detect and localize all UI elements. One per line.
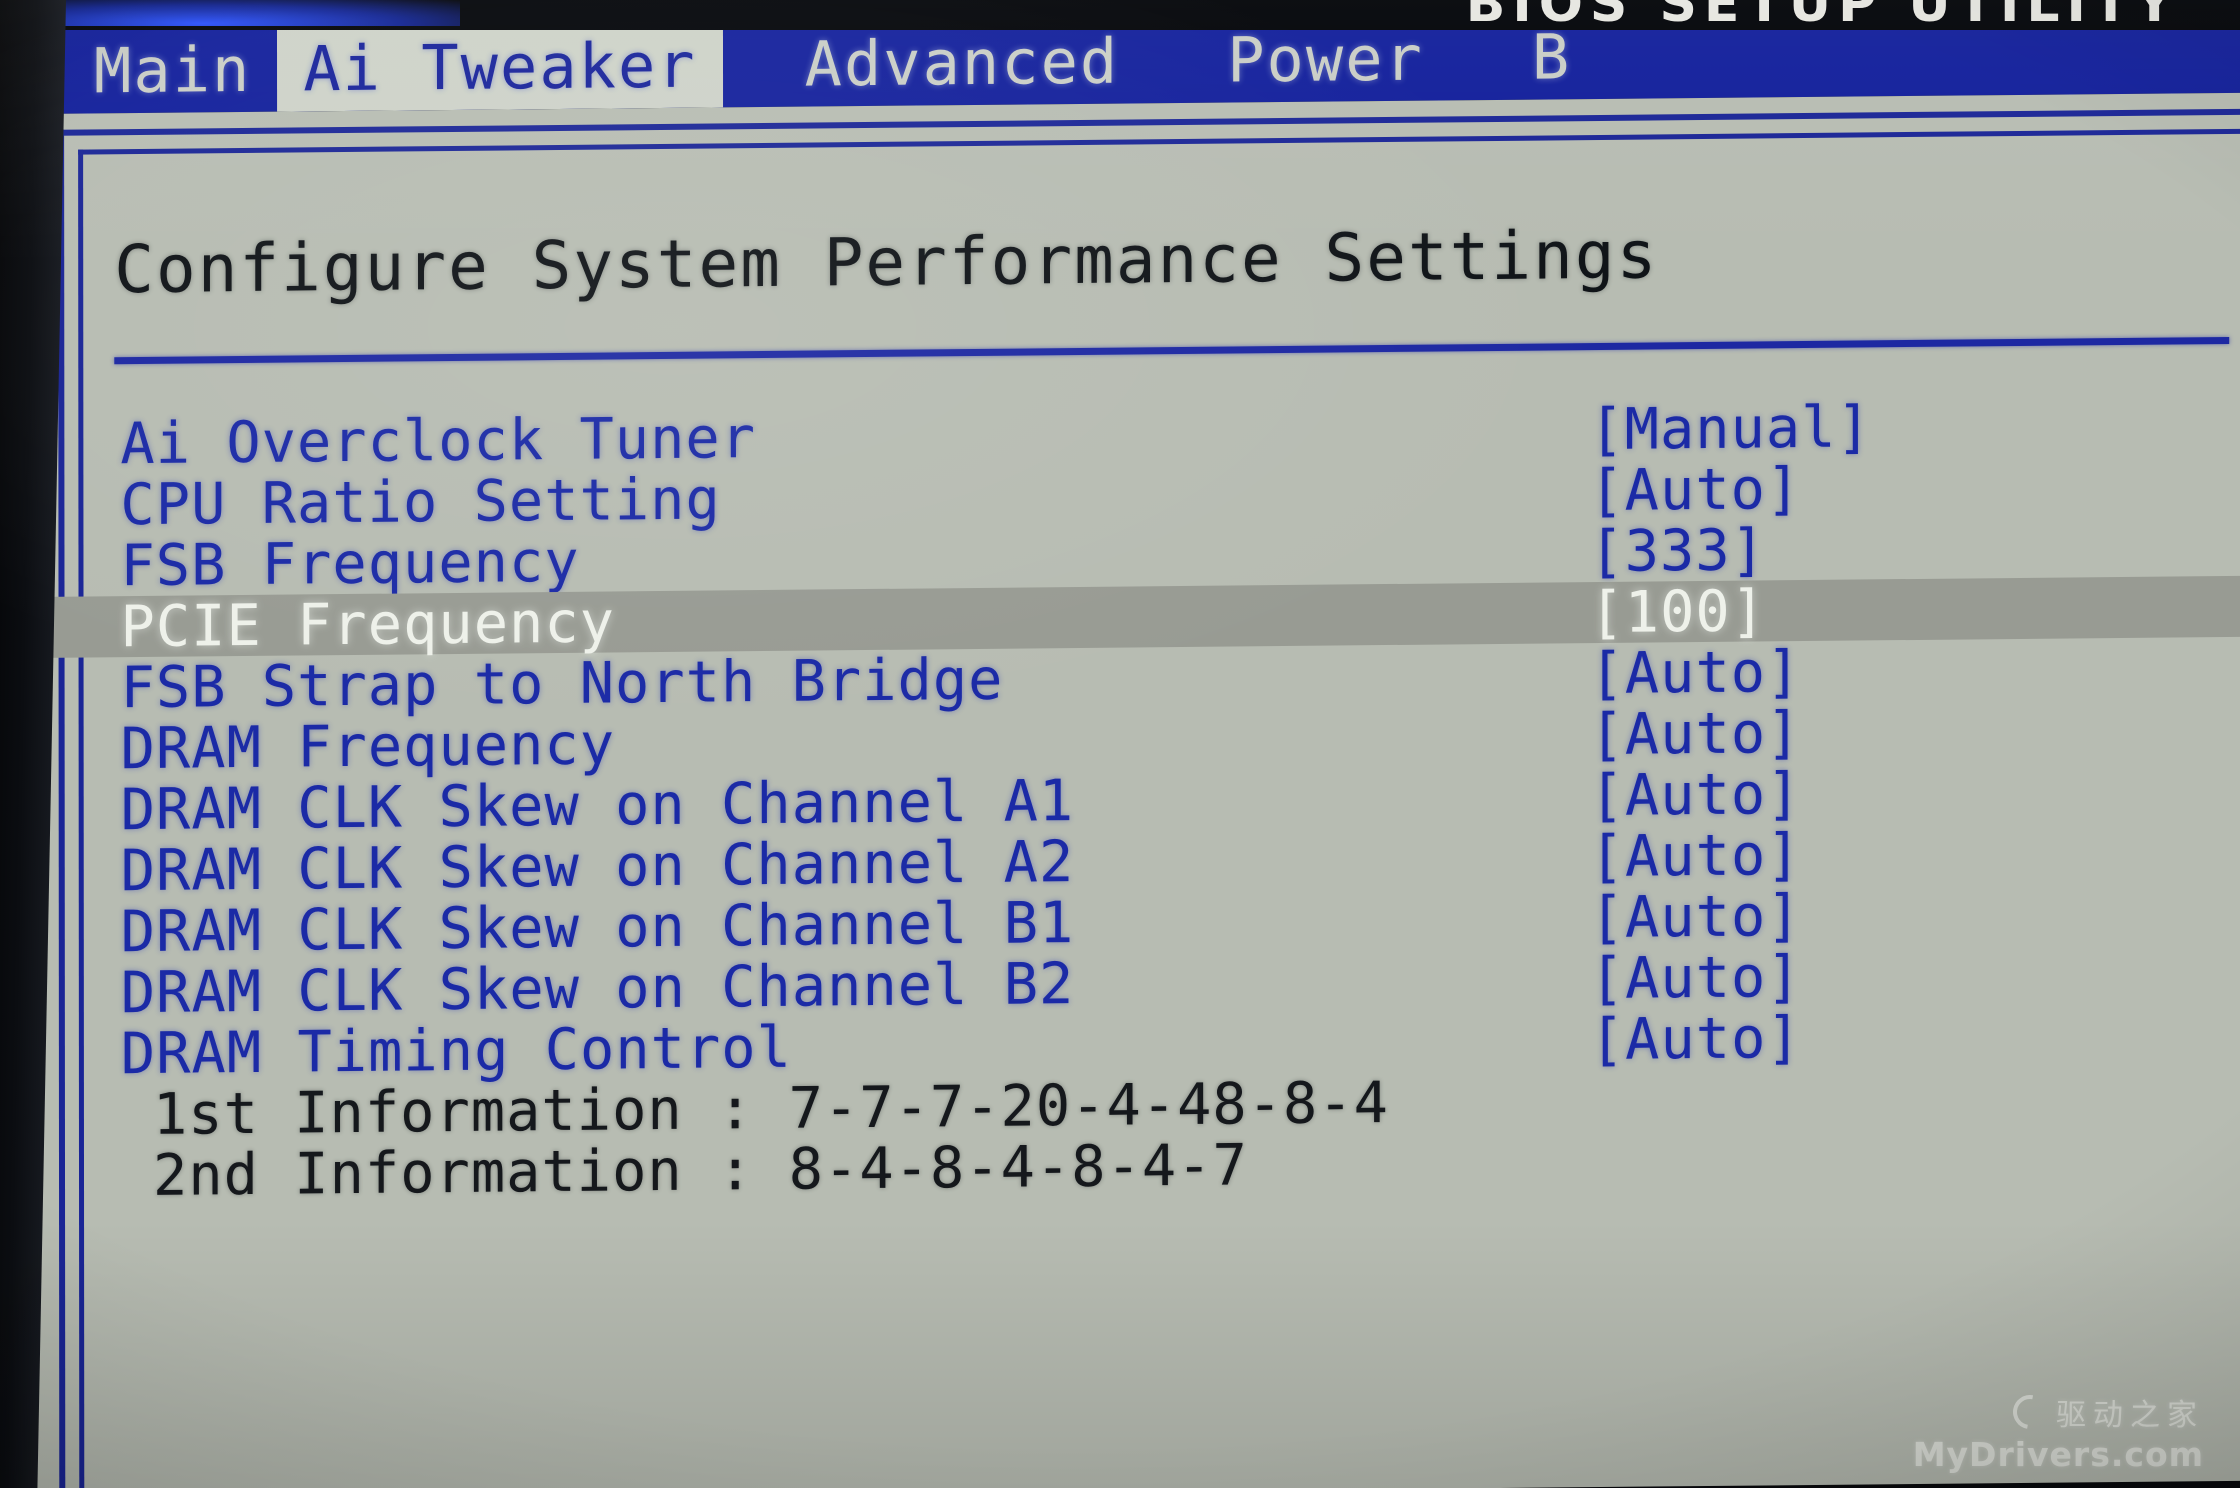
setting-label: CPU Ratio Setting [120, 465, 721, 538]
setting-value[interactable]: [Auto] [1589, 456, 1801, 524]
setting-value[interactable]: [Auto] [1590, 700, 1802, 768]
setting-value[interactable]: [Auto] [1590, 883, 1802, 951]
setting-value[interactable]: [Auto] [1589, 639, 1801, 707]
tab-main[interactable]: Main [68, 20, 277, 114]
crt-content: Main Ai Tweaker Advanced Power B Configu… [34, 0, 2240, 1488]
info-label: 2nd Information : 8-4-8-4-8-4-7 [152, 1131, 1248, 1209]
setting-label: PCIE Frequency [120, 588, 615, 660]
setting-value[interactable]: [Auto] [1590, 822, 1802, 890]
watermark-english-text: MyDrivers.com [1912, 1435, 2204, 1474]
swirl-logo-icon [2006, 1388, 2054, 1436]
title-bar-glow [30, 0, 460, 26]
settings-list: Ai Overclock Tuner [Manual] CPU Ratio Se… [34, 393, 2240, 1209]
watermark-chinese-text: 驱动之家 [2056, 1398, 2204, 1433]
setting-value[interactable]: [Auto] [1590, 944, 1802, 1012]
setting-label: FSB Strap to North Bridge [120, 646, 1004, 721]
site-watermark: 驱动之家 MyDrivers.com [1912, 1388, 2204, 1474]
bios-screen-photo: BIOS SETUP UTILITY Main Ai Tweaker Advan… [0, 0, 2240, 1488]
setting-label: DRAM Frequency [120, 710, 616, 782]
watermark-chinese-row: 驱动之家 [1913, 1388, 2204, 1436]
page-title: Configure System Performance Settings [114, 216, 1659, 309]
bios-title-text: BIOS SETUP UTILITY [1465, 0, 2180, 30]
setting-value[interactable]: [Auto] [1590, 761, 1802, 829]
setting-value[interactable]: [Auto] [1590, 1005, 1802, 1073]
setting-value[interactable]: [100] [1589, 578, 1766, 646]
settings-panel: Configure System Performance Settings Ai… [34, 92, 2240, 1488]
setting-label: FSB Frequency [120, 528, 580, 599]
setting-value[interactable]: [333] [1589, 517, 1766, 585]
setting-value[interactable]: [Manual] [1589, 394, 1872, 463]
